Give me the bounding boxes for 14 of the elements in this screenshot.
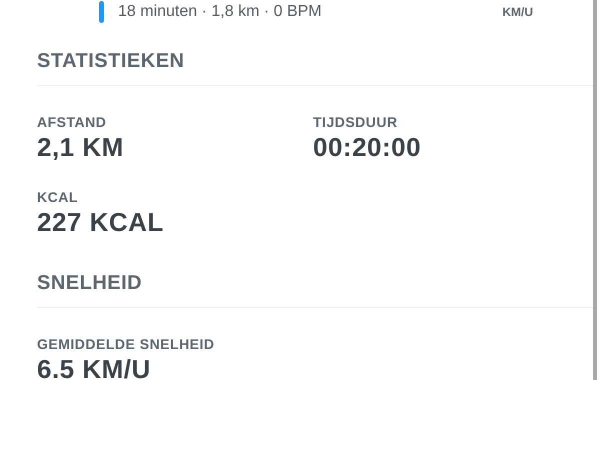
scrollbar[interactable] xyxy=(593,0,597,380)
interval-unit: KM/U xyxy=(502,5,533,19)
stat-label: AFSTAND xyxy=(37,114,108,130)
interval-summary: 18 minuten · 1,8 km · 0 BPM xyxy=(118,3,323,21)
section-heading: SNELHEID xyxy=(37,272,593,308)
stat-value: 6.5 KM/U xyxy=(37,354,152,385)
stat-value: 2,1 KM xyxy=(37,132,125,163)
section-heading: STATISTIEKEN xyxy=(37,50,593,86)
stat-value: 227 KCAL xyxy=(37,207,165,238)
stat-value: 00:20:00 xyxy=(313,132,422,163)
stat-label: GEMIDDELDE SNELHEID xyxy=(37,336,216,352)
interval-marker xyxy=(99,1,104,23)
stat-label: KCAL xyxy=(37,189,79,205)
stat-label: TIJDSDUUR xyxy=(313,114,399,130)
